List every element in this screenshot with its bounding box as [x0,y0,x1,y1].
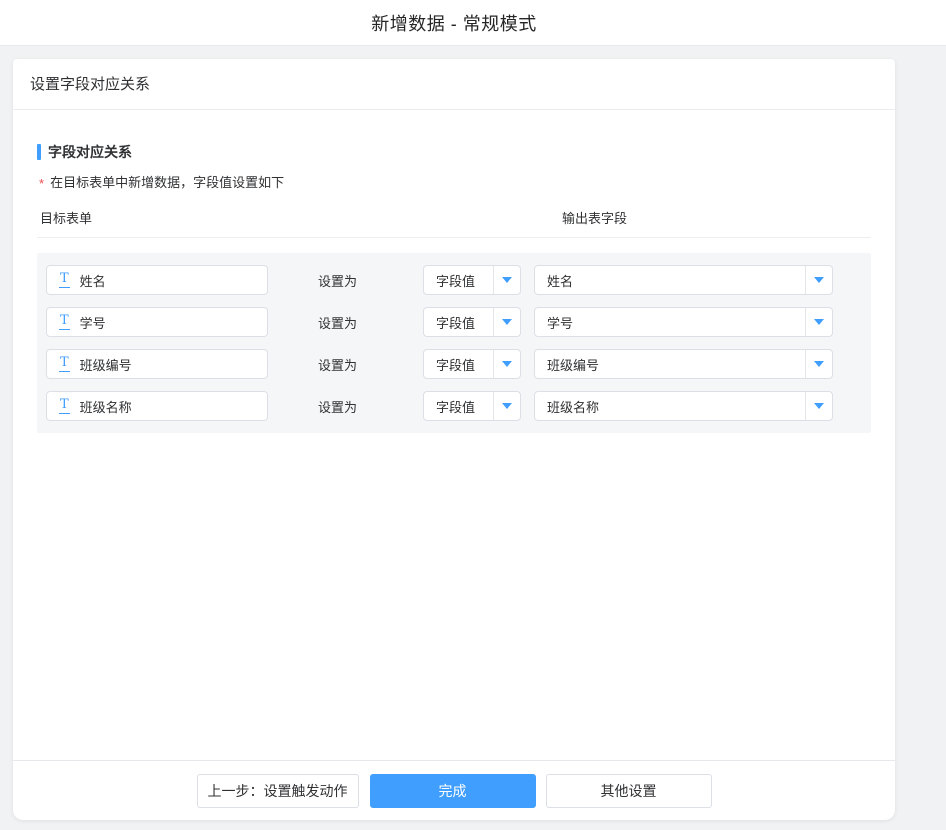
section-title-label: 字段对应关系 [48,142,132,162]
target-field-label: 学号 [80,313,106,332]
value-type-value: 字段值 [424,355,493,374]
caret-down-icon [493,266,520,294]
target-field-label: 班级名称 [80,397,132,416]
value-type-select[interactable]: 字段值 [423,349,521,379]
value-type-select[interactable]: 字段值 [423,265,521,295]
mapping-row: T 班级编号 设置为 字段值 班级编号 [46,349,871,379]
relation-label: 设置为 [318,397,358,416]
relation-label: 设置为 [318,271,358,290]
other-settings-button[interactable]: 其他设置 [546,774,712,808]
output-field-value: 学号 [535,313,805,332]
mapping-row: T 学号 设置为 字段值 学号 [46,307,871,337]
output-field-value: 班级名称 [535,397,805,416]
column-header-output-fields: 输出表字段 [562,208,627,227]
page-title: 新增数据 - 常规模式 [371,10,537,36]
mapping-row: T 班级名称 设置为 字段值 班级名称 [46,391,871,421]
text-field-icon: T [59,272,70,288]
section-title: 字段对应关系 [37,142,871,162]
card-title: 设置字段对应关系 [13,59,895,110]
caret-down-icon [805,266,832,294]
value-type-value: 字段值 [424,271,493,290]
value-type-value: 字段值 [424,313,493,332]
text-field-icon: T [59,314,70,330]
column-header-target-form: 目标表单 [37,208,562,227]
footer-bar: 上一步：设置触发动作 完成 其他设置 [13,760,895,820]
value-type-value: 字段值 [424,397,493,416]
target-field-input[interactable]: T 班级名称 [46,391,268,421]
output-field-value: 姓名 [535,271,805,290]
output-field-select[interactable]: 学号 [534,307,833,337]
back-button[interactable]: 上一步：设置触发动作 [197,774,359,808]
text-field-icon: T [59,398,70,414]
target-field-label: 姓名 [80,271,106,290]
column-headers: 目标表单 输出表字段 [37,208,871,238]
caret-down-icon [493,308,520,336]
target-field-label: 班级编号 [80,355,132,374]
top-bar: 新增数据 - 常规模式 [0,0,946,46]
value-type-select[interactable]: 字段值 [423,307,521,337]
target-field-input[interactable]: T 姓名 [46,265,268,295]
note-text: 在目标表单中新增数据，字段值设置如下 [50,172,284,191]
finish-button[interactable]: 完成 [370,774,536,808]
settings-card: 设置字段对应关系 字段对应关系 * 在目标表单中新增数据，字段值设置如下 目标表… [13,59,895,820]
output-field-select[interactable]: 姓名 [534,265,833,295]
mapping-row: T 姓名 设置为 字段值 姓名 [46,265,871,295]
accent-bar [37,144,41,160]
target-field-input[interactable]: T 班级编号 [46,349,268,379]
caret-down-icon [493,350,520,378]
required-asterisk: * [39,176,44,191]
output-field-value: 班级编号 [535,355,805,374]
card-body: 字段对应关系 * 在目标表单中新增数据，字段值设置如下 目标表单 输出表字段 T… [13,142,895,433]
note-line: * 在目标表单中新增数据，字段值设置如下 [37,172,871,191]
relation-label: 设置为 [318,313,358,332]
caret-down-icon [805,308,832,336]
target-field-input[interactable]: T 学号 [46,307,268,337]
caret-down-icon [805,350,832,378]
output-field-select[interactable]: 班级编号 [534,349,833,379]
text-field-icon: T [59,356,70,372]
caret-down-icon [805,392,832,420]
value-type-select[interactable]: 字段值 [423,391,521,421]
output-field-select[interactable]: 班级名称 [534,391,833,421]
field-mapping-panel: T 姓名 设置为 字段值 姓名 T 学号 设置为 [37,253,871,433]
relation-label: 设置为 [318,355,358,374]
caret-down-icon [493,392,520,420]
